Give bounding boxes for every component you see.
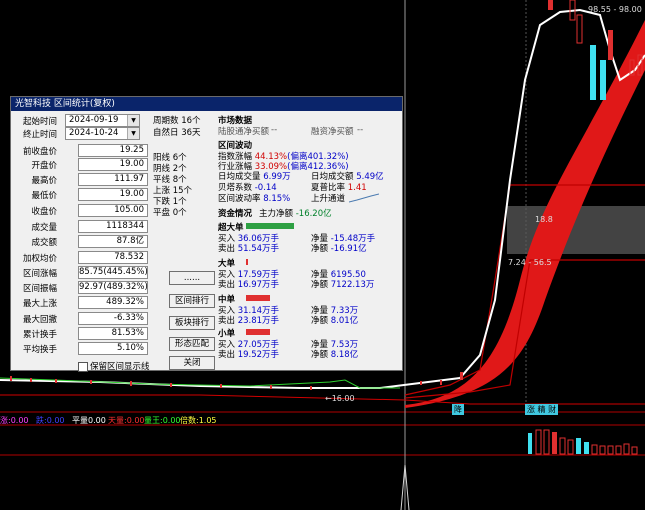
indicator-item: 涨:0.00: [0, 416, 29, 425]
field-label: 开盘价: [31, 161, 57, 171]
chevron-down-icon[interactable]: ▼: [127, 128, 139, 139]
field-label: 最大上涨: [22, 299, 57, 309]
indicator-item: 天量:0.00: [108, 416, 145, 425]
net-amount-row: 净额 -16.91亿: [311, 244, 367, 254]
field-value: 1118344: [78, 220, 148, 233]
pattern-match-button[interactable]: 形态匹配: [169, 337, 215, 351]
field-value: 489.32%: [78, 296, 148, 309]
margin-net-buy-label: 融资净买额: [311, 127, 354, 137]
indicator-item: 平量0.00: [72, 416, 106, 425]
date-value: 2024-09-19: [69, 115, 119, 125]
capital-title: 资金情况: [218, 209, 253, 219]
low-price-label: ←16.00: [325, 394, 355, 403]
order-group-bar: [246, 295, 270, 301]
indicator-item: 倍数:1.05: [180, 416, 217, 425]
field-label: 最低价: [31, 191, 57, 201]
sell-row: 卖出 23.81万手: [218, 316, 280, 326]
order-group-bar: [246, 259, 248, 265]
field-value: 81.53%: [78, 327, 148, 340]
field-label: 最高价: [31, 176, 57, 186]
field-value: 92.97(489.32%): [78, 281, 148, 294]
end-date-picker[interactable]: 2024-10-24 ▼: [65, 127, 140, 140]
price-mid-label: 18.8: [535, 215, 553, 224]
field-label: 区间涨幅: [22, 269, 57, 279]
close-button[interactable]: 关闭: [169, 356, 215, 370]
field-label: 终止时间: [22, 130, 57, 140]
field-value: -6.33%: [78, 312, 148, 325]
field-value: 85.75(445.45%): [78, 266, 148, 279]
event-marker-1[interactable]: 降: [452, 404, 464, 415]
keep-range-line-checkbox[interactable]: [78, 362, 88, 372]
field-label: 加权均价: [22, 254, 57, 264]
field-label: 最大回撤: [22, 315, 57, 325]
field-label: 平均换手: [22, 345, 57, 355]
period-stat: 周期数 16个: [153, 116, 201, 126]
hk-net-buy-value: --: [271, 125, 278, 135]
field-label: 收盘价: [31, 207, 57, 217]
field-label: 成交量: [31, 223, 57, 233]
margin-net-buy-value: --: [357, 125, 364, 135]
sell-row: 卖出 16.97万手: [218, 280, 280, 290]
main-net-row: 主力净额 -16.20亿: [259, 209, 332, 219]
indicator-item: 量王:0.00: [144, 416, 181, 425]
dialog-title[interactable]: 光智科技 区间统计(复权): [11, 97, 402, 111]
start-date-picker[interactable]: 2024-09-19 ▼: [65, 114, 140, 127]
price-top-label: 98.55 - 98.00: [588, 5, 642, 14]
net-amount-row: 净额 8.01亿: [311, 316, 359, 326]
field-value: 19.00: [78, 158, 148, 171]
field-value: 19.00: [78, 188, 148, 201]
range-stats-dialog[interactable]: 光智科技 区间统计(复权) 起始时间 2024-09-19 ▼ 终止时间 2024-10…: [10, 96, 403, 372]
field-label: 累计换手: [22, 330, 57, 340]
field-label: 前收盘价: [22, 147, 57, 157]
channel-sparkline: [349, 193, 379, 203]
more-button[interactable]: ......: [169, 271, 215, 285]
period-stat: 自然日 36天: [153, 128, 201, 138]
order-group-bar: [246, 223, 294, 229]
field-value: 5.10%: [78, 342, 148, 355]
order-group-bar: [246, 329, 270, 335]
keep-range-line-label: 保留区间显示线: [90, 362, 150, 372]
field-label: 起始时间: [22, 117, 57, 127]
field-label: 成交额: [31, 238, 57, 248]
net-amount-row: 净额 8.18亿: [311, 350, 359, 360]
base-line: [0, 394, 645, 405]
field-value: 105.00: [78, 204, 148, 217]
sell-row: 卖出 19.52万手: [218, 350, 280, 360]
sell-row: 卖出 51.54万手: [218, 244, 280, 254]
volatility-row: 区间波动率 8.15%: [218, 194, 291, 204]
sector-rank-button[interactable]: 板块排行: [169, 316, 215, 330]
event-marker-2[interactable]: 涨 精 财: [525, 404, 559, 415]
channel-row: 上升通道: [311, 194, 346, 204]
field-value: 87.8亿: [78, 235, 148, 248]
field-value: 78.532: [78, 251, 148, 264]
field-value: 19.25: [78, 144, 148, 157]
price-mid2-label: 7.24 - 56.5: [508, 258, 552, 267]
hk-net-buy-label: 陆股通净买额: [218, 127, 270, 137]
range-rank-button[interactable]: 区间排行: [169, 294, 215, 308]
date-value: 2024-10-24: [69, 128, 119, 138]
indicator-item: 跌:0.00: [36, 416, 65, 425]
volume-bars: [528, 429, 638, 455]
field-value: 111.97: [78, 173, 148, 186]
field-label: 区间振幅: [22, 284, 57, 294]
candle-stat: 平盘 0个: [153, 208, 187, 218]
net-amount-row: 净额 7122.13万: [311, 280, 375, 290]
chevron-down-icon[interactable]: ▼: [127, 115, 139, 126]
